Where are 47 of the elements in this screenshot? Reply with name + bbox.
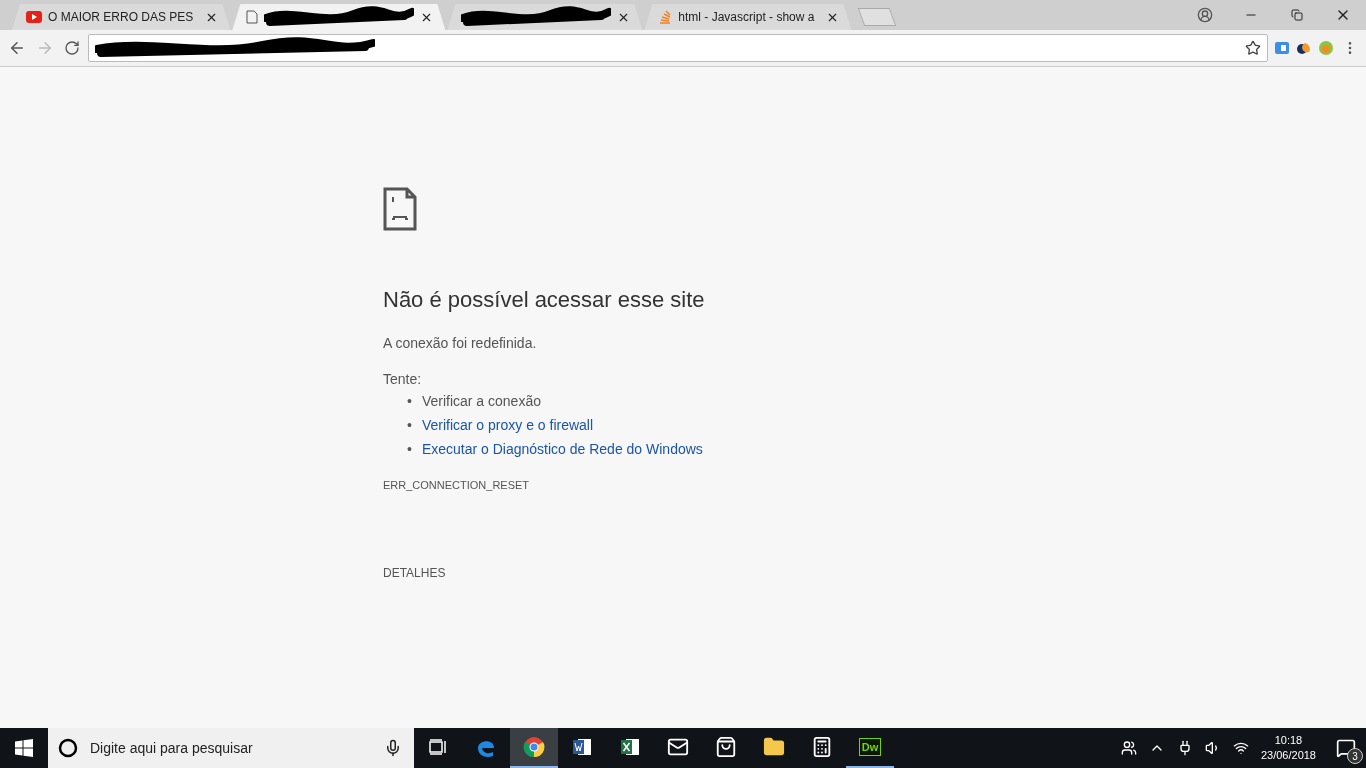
error-code: ERR_CONNECTION_RESET [383,479,531,491]
details-button[interactable]: DETALHES [383,566,446,580]
play-icon [26,11,42,23]
people-icon[interactable] [1120,740,1137,756]
suggestion-link[interactable]: Verificar o proxy e o firewall [421,417,594,433]
reload-icon[interactable] [64,40,80,56]
bookmark-star-icon[interactable] [1245,40,1261,56]
cortana-icon [58,738,78,758]
bullet: • [407,417,412,433]
windows-logo-icon[interactable] [15,739,33,757]
bullet: • [407,441,412,457]
wifi-icon[interactable] [1232,740,1249,756]
store-icon [715,736,737,758]
suggestion-text: Verificar a conexão [421,393,541,409]
page-icon [246,10,259,24]
mail-icon [667,736,689,758]
error-message: A conexão foi redefinida. [383,335,538,351]
sad-page-icon [383,187,417,231]
stack-icon [658,10,673,24]
search-input[interactable]: Digite aqui para pesquisar [88,739,374,757]
tab-title: html - Javascript - show a [678,10,815,24]
spreadsheet-icon [619,736,641,758]
profile-icon[interactable] [1197,7,1213,23]
folder-icon [763,736,785,758]
notification-count: 3 [1347,748,1363,764]
app-logo: Dw [858,738,882,756]
error-title: Não é possível acessar esse site [383,287,706,313]
clock-date: 23/06/2018 [1260,748,1316,763]
calculator-icon [811,736,833,758]
browser-tab[interactable]: html - Javascript - show a [644,4,852,30]
suggestion-link[interactable]: Executar o Diagnóstico de Rede do Windows [421,441,703,457]
try-label: Tente: [383,371,423,387]
tab-title: O MAIOR ERRO DAS PES [48,10,194,24]
chrome-icon [523,736,545,758]
taskbar-app[interactable] [510,728,558,768]
taskbar-app[interactable]: Dw [846,728,894,768]
browser-tab[interactable]: O MAIOR ERRO DAS PES [12,4,231,30]
task-view-icon [429,739,447,755]
extension-icon[interactable] [1296,41,1312,55]
microphone-icon[interactable] [384,739,402,757]
taskbar-search[interactable]: Digite aqui para pesquisar [48,728,414,768]
address-bar[interactable] [88,34,1268,62]
clock-time: 10:18 [1274,732,1303,748]
restore-icon[interactable] [1291,9,1303,21]
document-icon [571,736,593,758]
bullet: • [407,393,412,409]
back-icon[interactable] [8,39,26,57]
